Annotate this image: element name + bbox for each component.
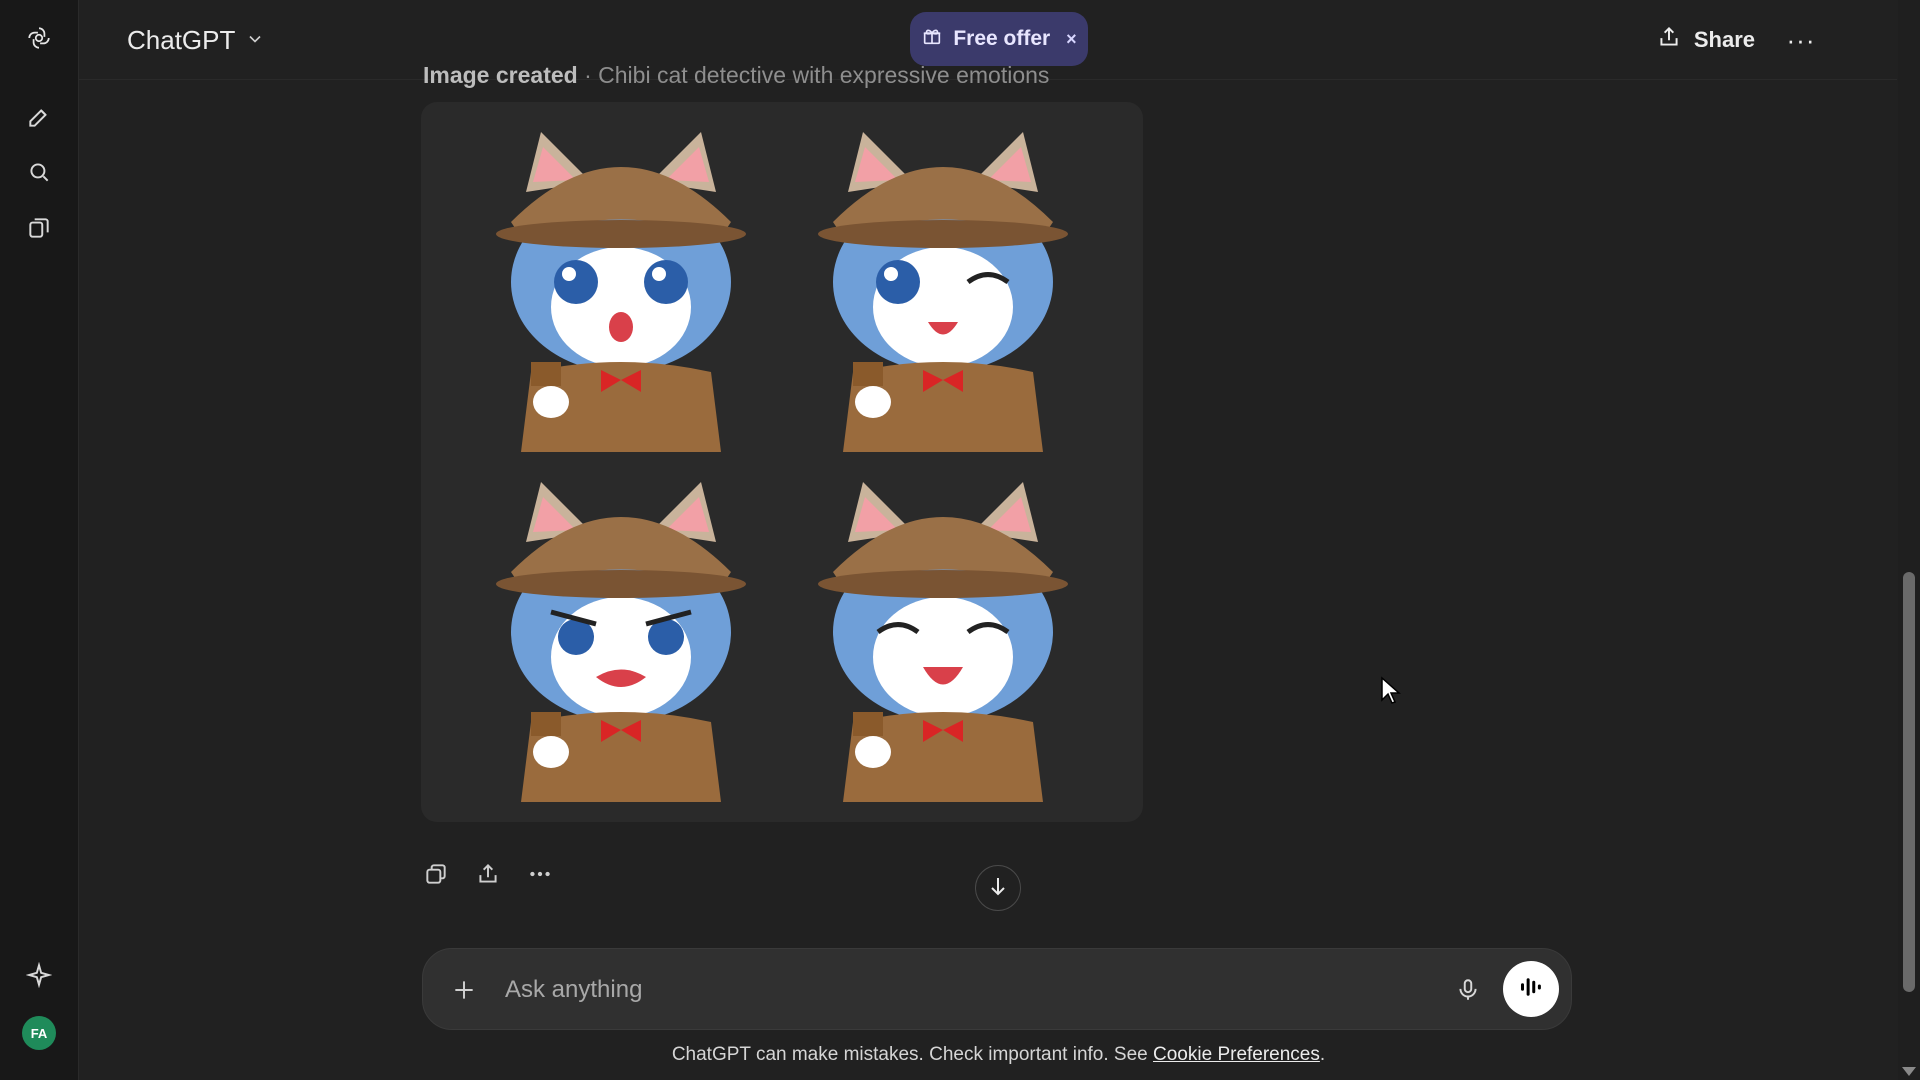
model-switcher[interactable]: ChatGPT xyxy=(127,20,265,60)
gift-icon xyxy=(921,25,943,53)
scrollbar-thumb[interactable] xyxy=(1903,572,1915,992)
model-label: ChatGPT xyxy=(127,24,236,55)
arrow-down-icon xyxy=(986,874,1010,903)
image-caption-prompt: · Chibi cat detective with expressive em… xyxy=(584,62,1050,88)
disclaimer: ChatGPT can make mistakes. Check importa… xyxy=(0,1044,1920,1066)
generated-image[interactable] xyxy=(421,102,1143,822)
scroll-arrow-down-icon[interactable] xyxy=(1902,1067,1916,1076)
message-actions xyxy=(420,858,556,890)
image-caption: Image created · Chibi cat detective with… xyxy=(423,62,1049,89)
more-options-icon[interactable]: ··· xyxy=(1783,22,1819,58)
openai-logo-icon[interactable] xyxy=(19,18,59,58)
waveform-icon xyxy=(1516,972,1546,1007)
scroll-to-bottom-button[interactable] xyxy=(975,865,1021,911)
share-icon[interactable] xyxy=(472,858,504,890)
disclaimer-text: ChatGPT can make mistakes. Check importa… xyxy=(671,1044,1154,1065)
upgrade-sparkle-icon[interactable] xyxy=(19,955,59,995)
composer xyxy=(422,948,1572,1030)
cat-happy-image xyxy=(793,472,1093,802)
left-rail: FA xyxy=(0,0,79,1080)
library-icon[interactable] xyxy=(19,208,59,248)
voice-mode-button[interactable] xyxy=(1503,961,1559,1017)
cat-angry-image xyxy=(471,472,771,802)
free-offer-button[interactable]: Free offer × xyxy=(910,12,1088,66)
search-icon[interactable] xyxy=(19,152,59,192)
microphone-icon[interactable] xyxy=(1449,971,1487,1009)
cat-winking-image xyxy=(793,122,1093,452)
disclaimer-period: . xyxy=(1319,1044,1326,1065)
more-horizontal-icon[interactable] xyxy=(524,858,556,890)
cookie-preferences-link[interactable]: Cookie Preferences xyxy=(1153,1044,1320,1065)
share-button[interactable]: Share xyxy=(1656,18,1755,62)
new-chat-icon[interactable] xyxy=(19,97,59,137)
share-label: Share xyxy=(1693,27,1755,52)
cat-surprised-image xyxy=(471,122,771,452)
free-offer-label: Free offer xyxy=(953,27,1051,50)
message-input[interactable] xyxy=(503,969,1357,1011)
chatgpt-app: FA ChatGPT Free offer × Share ··· Image … xyxy=(0,0,1920,1080)
close-icon[interactable]: × xyxy=(1066,29,1077,50)
mouse-cursor-icon xyxy=(1380,676,1402,706)
share-icon xyxy=(1656,24,1682,56)
attach-plus-icon[interactable] xyxy=(445,971,483,1009)
copy-icon[interactable] xyxy=(420,858,452,890)
image-caption-title: Image created xyxy=(423,62,578,88)
chevron-down-icon xyxy=(245,25,265,56)
scrollbar[interactable] xyxy=(1898,0,1920,1080)
